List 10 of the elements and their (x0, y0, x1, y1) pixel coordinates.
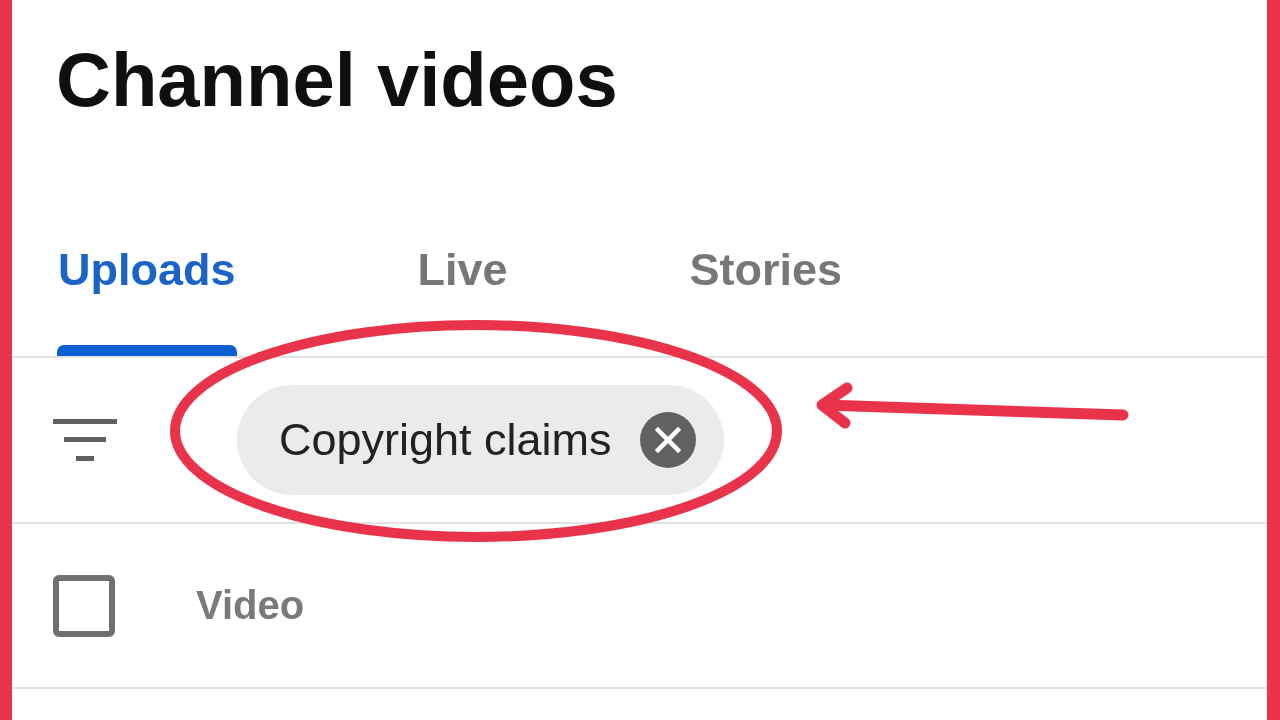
column-header: Video (196, 583, 305, 628)
close-icon[interactable] (639, 412, 696, 468)
tab[interactable]: Stories (689, 246, 843, 356)
filter-chip[interactable]: Copyright claims (237, 385, 724, 495)
chip-label: Copyright claims (279, 414, 612, 466)
tab[interactable]: Live (417, 246, 508, 356)
tab[interactable]: Uploads (58, 246, 236, 356)
select-all-checkbox[interactable] (53, 574, 115, 637)
filter-icon[interactable] (53, 419, 117, 461)
page-title: Channel videos (55, 36, 618, 120)
